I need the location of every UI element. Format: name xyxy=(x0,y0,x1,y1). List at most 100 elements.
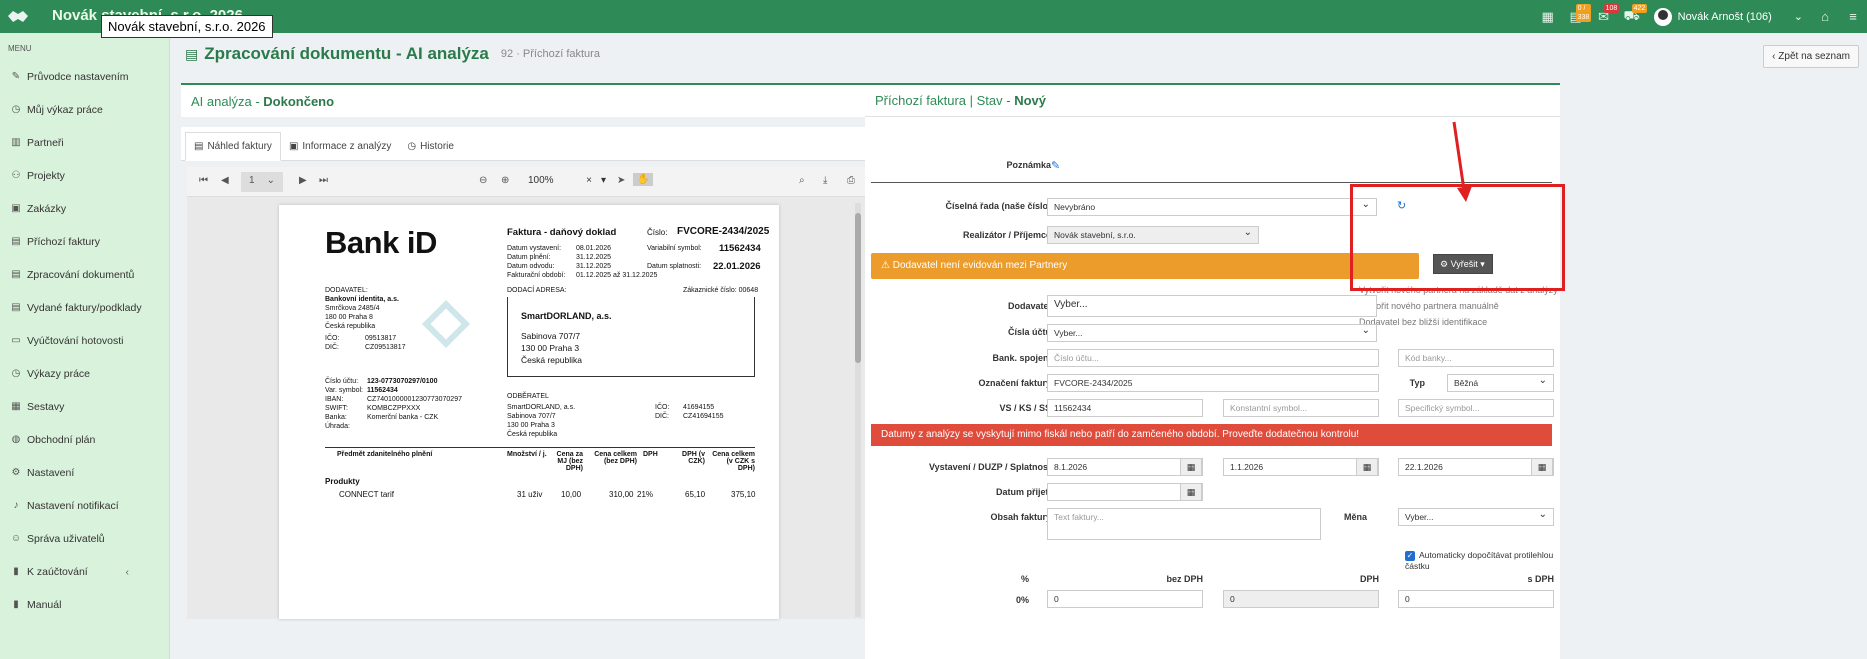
search-icon[interactable]: ⌕ xyxy=(799,175,805,186)
sidebar-item-11[interactable]: ◍ Obchodní plán xyxy=(0,423,169,456)
calendar-icon[interactable]: ▦ xyxy=(1356,458,1378,476)
sidebar-item-1[interactable]: ◷ Můj výkaz práce xyxy=(0,93,169,126)
clock-icon: ◷ xyxy=(11,104,21,115)
customer-country: Česká republika xyxy=(507,431,558,438)
calendar-icon[interactable]: ▦ xyxy=(1534,0,1562,33)
ss-input[interactable]: Specifický symbol... xyxy=(1398,399,1554,417)
vs-input[interactable]: 11562434 xyxy=(1047,399,1203,417)
received-date-input[interactable]: ▦ xyxy=(1047,483,1203,501)
sidebar-item-14[interactable]: ☺ Správa uživatelů xyxy=(0,522,169,555)
calendar-icon[interactable]: ▦ xyxy=(1180,458,1202,476)
pointer-icon[interactable]: ➤ xyxy=(617,175,625,186)
amount-without-vat-input[interactable]: 0 xyxy=(1047,590,1203,608)
account-label: Číslo účtu: xyxy=(325,378,359,385)
layers-icon[interactable]: ≡ xyxy=(1839,0,1867,33)
iban: CZ7401000001230773070297 xyxy=(367,396,462,403)
pdf-scrollbar[interactable] xyxy=(855,203,861,617)
book-icon: ▮ xyxy=(13,566,19,577)
sidebar-item-label: Zpracování dokumentů xyxy=(27,268,135,281)
pencil-icon[interactable]: ✎ xyxy=(1051,159,1060,172)
bank-icon[interactable]: ⌂ xyxy=(1811,0,1839,33)
handshake-logo-icon[interactable] xyxy=(6,4,30,28)
menu-item-create-manually[interactable]: Vytvořit nového partnera manuálně xyxy=(1359,298,1559,314)
date-error-alert: Datumy z analýzy se vyskytují mimo fiská… xyxy=(871,424,1552,446)
document-id: 92 xyxy=(500,48,514,60)
menu-item-no-identification[interactable]: Dodavatel bez bližší identifikace xyxy=(1359,314,1559,330)
scrollbar-thumb[interactable] xyxy=(855,213,861,363)
clear-icon[interactable]: × xyxy=(586,175,592,186)
page-title-text: Zpracování dokumentu - AI analýza xyxy=(204,44,489,63)
recipient-select[interactable]: Novák stavební, s.r.o. xyxy=(1047,226,1259,244)
sidebar-item-4[interactable]: ▣ Zakázky xyxy=(0,192,169,225)
due-date-input[interactable]: 22.1.2026 ▦ xyxy=(1398,458,1554,476)
page-select[interactable]: 1 ⌄ xyxy=(241,172,283,192)
next-page-icon[interactable]: ▶ xyxy=(299,175,307,186)
ks-input[interactable]: Konstantní symbol... xyxy=(1223,399,1379,417)
supply-date-label: Datum plnění: xyxy=(507,254,551,261)
calendar-icon[interactable]: ▦ xyxy=(1531,458,1553,476)
back-to-list-button[interactable]: ‹ Zpět na seznam xyxy=(1763,45,1859,68)
sidebar-item-3[interactable]: ⚇ Projekty xyxy=(0,159,169,192)
type-select[interactable]: Běžná xyxy=(1447,374,1554,392)
sidebar-item-6[interactable]: ▤ Zpracování dokumentů xyxy=(0,258,169,291)
recipient-label: Realizátor / Příjemce xyxy=(962,230,1051,240)
currency-select[interactable]: Vyber... xyxy=(1398,508,1554,526)
last-page-icon[interactable]: ⏭ xyxy=(319,175,328,186)
duzp-date-input[interactable]: 1.1.2026 ▦ xyxy=(1223,458,1379,476)
issue-date-input[interactable]: 8.1.2026 ▦ xyxy=(1047,458,1203,476)
sidebar-item-2[interactable]: ▥ Partneři xyxy=(0,126,169,159)
zoom-select[interactable]: 100% × ▾ xyxy=(522,173,608,191)
invoice-form-header: Příchozí faktura | Stav - Nový xyxy=(865,83,1560,117)
tab-history[interactable]: ◷ Historie xyxy=(399,133,462,160)
first-page-icon[interactable]: ⏮ xyxy=(199,175,208,186)
series-label: Číselná řada (naše číslo) xyxy=(945,201,1051,211)
payment-label: Úhrada: xyxy=(325,423,350,430)
account-number-input[interactable]: Číslo účtu... xyxy=(1047,349,1379,367)
user-menu[interactable]: Novák Arnošt (106) ⌄ xyxy=(1646,7,1811,26)
auto-calc-checkbox[interactable]: ✓ Automaticky dopočítávat protilehlou čás… xyxy=(1405,550,1560,571)
supplier-select[interactable]: Vyber... xyxy=(1047,295,1377,317)
tasks-icon[interactable]: ▤0 / 338 xyxy=(1562,0,1592,33)
hand-tool-icon[interactable]: ✋ xyxy=(633,173,654,186)
sidebar-item-15[interactable]: ▮ K zaúčtování ‹ xyxy=(0,555,169,588)
tab-analysis-info[interactable]: ▣ Informace z analýzy xyxy=(281,133,399,160)
zoom-out-icon[interactable]: ⊖ xyxy=(479,175,487,186)
series-select[interactable]: Nevybráno xyxy=(1047,198,1377,216)
supplier-warning-text: Dodavatel není evidován mezi Partnery xyxy=(892,260,1068,271)
truck-icon[interactable]: ⛟ 422 xyxy=(1618,0,1648,33)
print-icon[interactable]: ⎙ xyxy=(847,175,855,186)
issue-date: 08.01.2026 xyxy=(576,245,612,252)
supplier-country: Česká republika xyxy=(325,323,376,330)
content-label: Obsah faktury xyxy=(990,512,1051,522)
sidebar-item-16[interactable]: ▮ Manuál xyxy=(0,588,169,621)
amount-with-vat-input[interactable]: 0 xyxy=(1398,590,1554,608)
download-icon[interactable]: ⤓ xyxy=(823,175,827,186)
supplier-label: DODAVATEL: xyxy=(325,287,368,294)
row-total: 310,00 xyxy=(609,490,634,499)
tab-preview[interactable]: ▤ Náhled faktury xyxy=(185,132,281,161)
bank-code-input[interactable]: Kód banky... xyxy=(1398,349,1554,367)
pdf-viewer: ⏮ ◀ 1 ⌄ ▶ ⏭ ⊖ ⊕ 100% × ▾ ➤ ✋ ⌕ ⤓ ⎙ Bank iD … xyxy=(187,167,865,619)
account: 123-0773070297/0100 xyxy=(367,378,438,385)
received-date-label: Datum přijetí xyxy=(995,487,1051,497)
customer-dic: CZ41694155 xyxy=(683,413,724,420)
sidebar-item-0[interactable]: ✎ Průvodce nastavením xyxy=(0,60,169,93)
info-icon: ▣ xyxy=(288,141,299,152)
sidebar-item-5[interactable]: ▤ Příchozí faktury xyxy=(0,225,169,258)
envelope-icon[interactable]: ✉ 108 xyxy=(1590,0,1620,33)
row-total-vat: 375,10 xyxy=(731,490,756,499)
sidebar-item-10[interactable]: ▦ Sestavy xyxy=(0,390,169,423)
sidebar-item-7[interactable]: ▤ Vydané faktury/podklady xyxy=(0,291,169,324)
row-item: CONNECT tarif xyxy=(339,490,394,499)
chevron-left-icon[interactable]: ‹ xyxy=(126,566,130,578)
sidebar-item-9[interactable]: ◷ Výkazy práce xyxy=(0,357,169,390)
prev-page-icon[interactable]: ◀ xyxy=(221,175,229,186)
row-vat: 21% xyxy=(637,490,654,499)
sidebar-item-12[interactable]: ⚙ Nastavení xyxy=(0,456,169,489)
sidebar-item-13[interactable]: ♪ Nastavení notifikací xyxy=(0,489,169,522)
calendar-icon[interactable]: ▦ xyxy=(1180,483,1202,501)
accounts-select[interactable]: Vyber... xyxy=(1047,324,1377,342)
zoom-in-icon[interactable]: ⊕ xyxy=(501,175,509,186)
sidebar-item-8[interactable]: ▭ Vyúčtování hotovosti xyxy=(0,324,169,357)
truck-badge: 422 xyxy=(1631,4,1648,13)
